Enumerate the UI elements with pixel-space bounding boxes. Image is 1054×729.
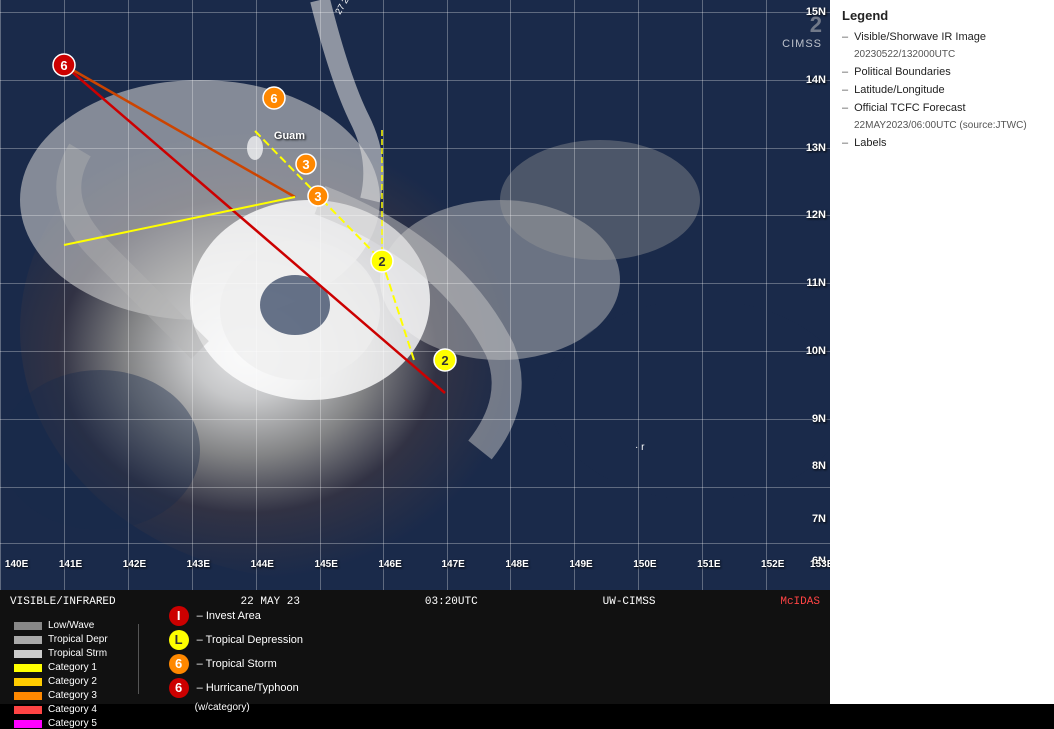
legend-category-note-label: (w/category): [195, 702, 250, 713]
lat-label-11n: 11N: [806, 277, 826, 289]
legend-label-cat3: Category 3: [48, 690, 97, 701]
legend-row-cat3: Category 3: [14, 690, 108, 701]
legend-categories-col: Low/Wave Tropical Depr Tropical Strm Cat…: [14, 620, 108, 698]
lon-label-148e: 148E: [505, 559, 528, 570]
legend-label-cat1: Category 1: [48, 662, 97, 673]
legend-row-tropstrm: Tropical Strm: [14, 648, 108, 659]
legend-color-cat3: [14, 692, 42, 700]
lon-label-151e: 151E: [697, 559, 720, 570]
lon-label-149e: 149E: [569, 559, 592, 570]
lon-label-147e: 147E: [441, 559, 464, 570]
legend-label-lowwave: Low/Wave: [48, 620, 94, 631]
legend-labels-label: Labels: [854, 137, 886, 149]
map-area: 15N 14N 13N 12N 11N 10N 9N 8N 7N 6N 140E…: [0, 0, 830, 590]
lon-label-140e: 140E: [5, 559, 28, 570]
invest-icon: I: [169, 606, 189, 626]
legend-color-cat4: [14, 706, 42, 714]
legend-label-tropstrm: Tropical Strm: [48, 648, 107, 659]
legend-item-latlon: – Latitude/Longitude: [842, 84, 1042, 96]
legend-hurricane-label: – Hurricane/Typhoon: [197, 682, 299, 694]
legend-row-lowwave: Low/Wave: [14, 620, 108, 631]
lon-label-153e: 153E: [810, 559, 830, 570]
lon-label-144e: 144E: [251, 559, 274, 570]
legend-tcfc-label: Official TCFC Forecast: [854, 102, 965, 114]
legend-invest: I – Invest Area: [169, 606, 303, 626]
lon-label-152e: 152E: [761, 559, 784, 570]
lat-label-8n: 8N: [812, 460, 826, 472]
legend-item-boundaries: – Political Boundaries: [842, 66, 1042, 78]
legend-label-cat2: Category 2: [48, 676, 97, 687]
legend-title: Legend: [842, 8, 1042, 23]
lat-label-14n: 14N: [806, 74, 826, 86]
lat-label-9n: 9N: [812, 413, 826, 425]
legend-tropstrm: 6 – Tropical Storm: [169, 654, 303, 674]
bottom-legend: Low/Wave Tropical Depr Tropical Strm Cat…: [0, 614, 830, 704]
legend-invest-label: – Invest Area: [197, 610, 261, 622]
legend-tropstrm-label: – Tropical Storm: [197, 658, 277, 670]
legend-tropdep: L – Tropical Depression: [169, 630, 303, 650]
legend-row-tropdepr: Tropical Depr: [14, 634, 108, 645]
bottom-bar: VISIBLE/INFRARED 22 MAY 23 03:20UTC UW-C…: [0, 590, 830, 614]
legend-separator: [138, 624, 139, 694]
tropdep-icon: L: [169, 630, 189, 650]
legend-category-note: (w/category): [169, 702, 303, 713]
legend-label-cat4: Category 4: [48, 704, 97, 715]
legend-color-tropdepr: [14, 636, 42, 644]
legend-color-cat5: [14, 720, 42, 728]
legend-row-cat5: Category 5: [14, 718, 108, 729]
legend-item-labels: – Labels: [842, 137, 1042, 149]
legend-item-image: – Visible/Shorwave IR Image: [842, 31, 1042, 43]
legend-label-cat5: Category 5: [48, 718, 97, 729]
legend-color-tropstrm: [14, 650, 42, 658]
bottom-time: 03:20UTC: [425, 596, 478, 608]
legend-color-cat2: [14, 678, 42, 686]
lon-label-142e: 142E: [123, 559, 146, 570]
hurricane-icon: 6: [169, 678, 189, 698]
lon-label-143e: 143E: [187, 559, 210, 570]
lon-label-150e: 150E: [633, 559, 656, 570]
lon-label-145e: 145E: [315, 559, 338, 570]
legend-row-cat4: Category 4: [14, 704, 108, 715]
legend-row-cat2: Category 2: [14, 676, 108, 687]
bottom-visible-label: VISIBLE/INFRARED: [10, 596, 116, 608]
lat-label-10n: 10N: [806, 345, 826, 357]
cimss-logo: 2 CIMSS: [782, 12, 822, 50]
lon-label-141e: 141E: [59, 559, 82, 570]
legend-panel: Legend – Visible/Shorwave IR Image 20230…: [830, 0, 1054, 704]
legend-row-cat1: Category 1: [14, 662, 108, 673]
legend-color-cat1: [14, 664, 42, 672]
legend-label-tropdepr: Tropical Depr: [48, 634, 108, 645]
lat-label-12n: 12N: [806, 209, 826, 221]
legend-boundaries-label: Political Boundaries: [854, 66, 951, 78]
legend-image-label: Visible/Shorwave IR Image: [854, 31, 986, 43]
guam-label: Guam: [274, 130, 305, 142]
legend-item-tcfc: – Official TCFC Forecast: [842, 102, 1042, 114]
legend-color-lowwave: [14, 622, 42, 630]
legend-latlon-label: Latitude/Longitude: [854, 84, 945, 96]
legend-hurricane: 6 – Hurricane/Typhoon: [169, 678, 303, 698]
lon-label-146e: 146E: [378, 559, 401, 570]
bottom-software: McIDAS: [780, 596, 820, 608]
legend-symbols-col: I – Invest Area L – Tropical Depression …: [169, 620, 303, 698]
lat-label-7n: 7N: [812, 513, 826, 525]
legend-tropdep-label: – Tropical Depression: [197, 634, 303, 646]
tropstrm-icon: 6: [169, 654, 189, 674]
legend-tcfc-date: 22MAY2023/06:00UTC (source:JTWC): [854, 120, 1042, 131]
bottom-source: UW-CIMSS: [603, 596, 656, 608]
lat-label-13n: 13N: [806, 142, 826, 154]
legend-timestamp: 20230522/132000UTC: [854, 49, 1042, 60]
